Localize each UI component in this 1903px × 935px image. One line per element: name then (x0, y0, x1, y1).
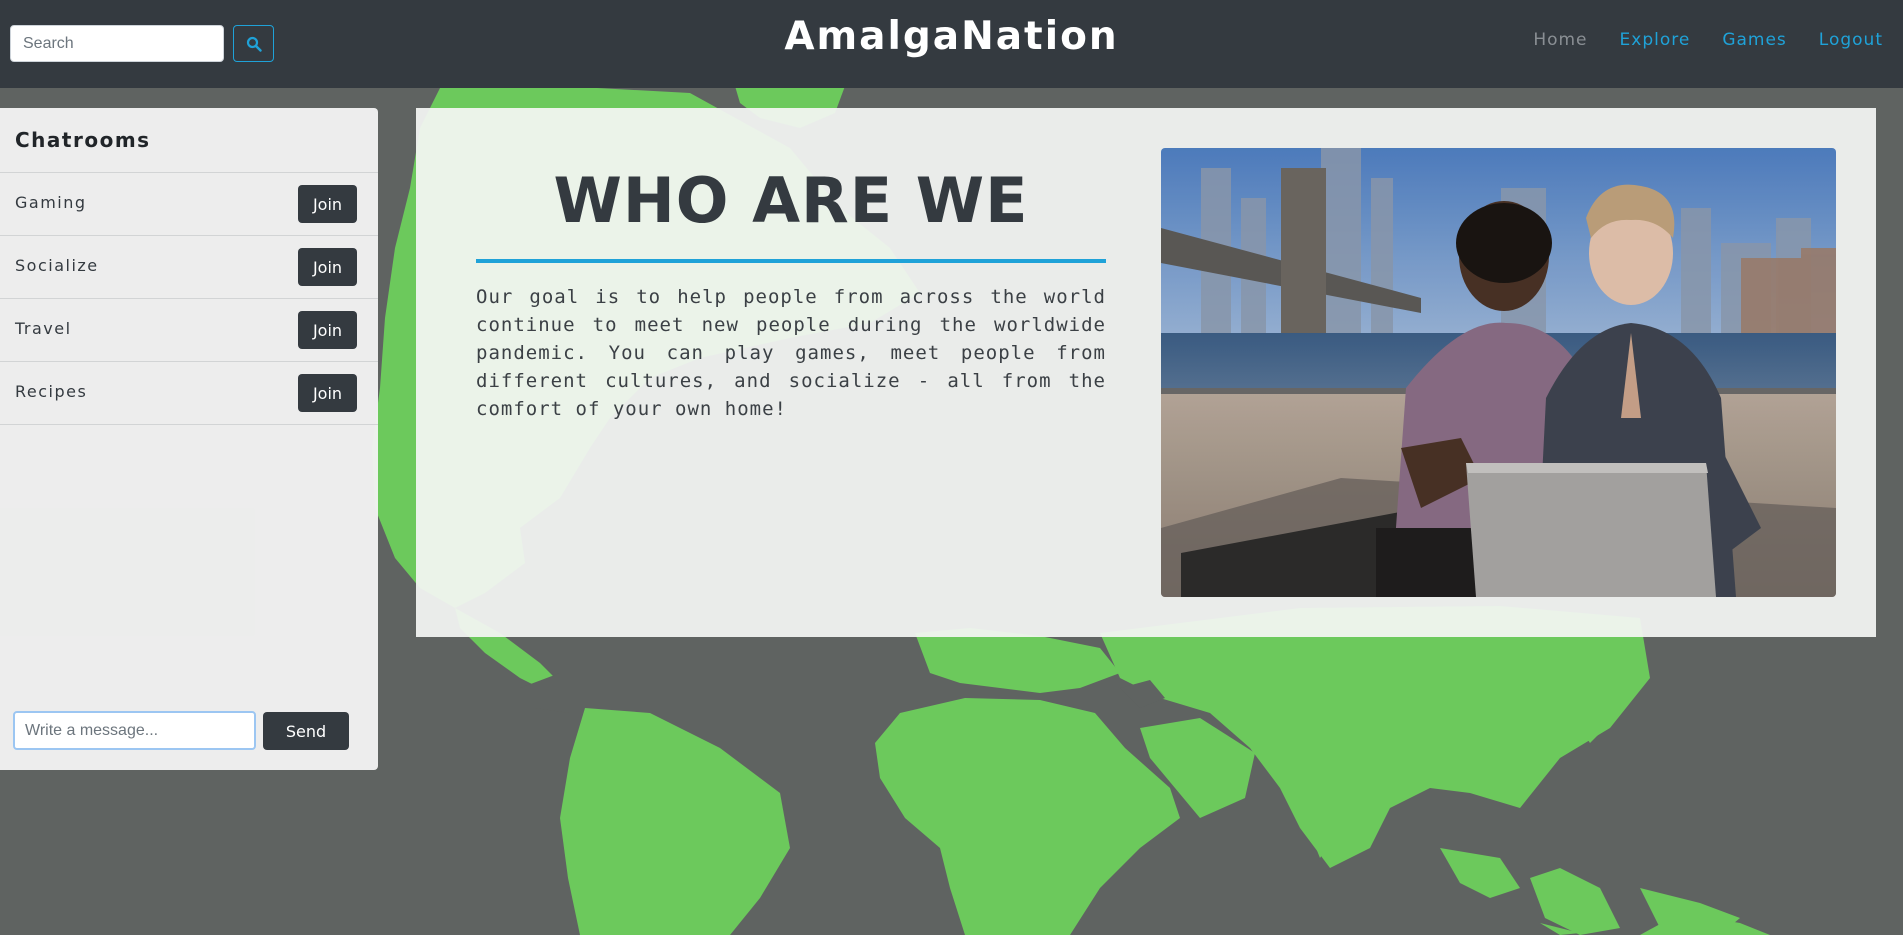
chatroom-label: Recipes (15, 382, 88, 401)
chatroom-label: Socialize (15, 256, 99, 275)
nav-home-link[interactable]: Home (1533, 30, 1587, 50)
join-travel-button[interactable]: Join (298, 311, 357, 349)
chatroom-label: Gaming (15, 193, 87, 212)
about-description: Our goal is to help people from across t… (476, 286, 1106, 420)
search-input[interactable] (10, 25, 224, 62)
search-button[interactable] (233, 25, 274, 62)
nav-games-link[interactable]: Games (1722, 30, 1786, 50)
top-navbar: AmalgaNation Home Explore Games Logout (0, 0, 1903, 88)
message-input[interactable] (13, 711, 256, 750)
chatroom-item-socialize: Socialize Join (0, 236, 378, 299)
join-recipes-button[interactable]: Join (298, 374, 357, 412)
nav-explore-link[interactable]: Explore (1620, 30, 1691, 50)
about-heading: WHO ARE WE (553, 164, 1029, 237)
nav-logout-link[interactable]: Logout (1819, 30, 1883, 50)
chatroom-label: Travel (15, 319, 72, 338)
chatrooms-sidebar: Chatrooms Gaming Join Socialize Join Tra… (0, 108, 378, 770)
join-socialize-button[interactable]: Join (298, 248, 357, 286)
nav-links: Home Explore Games Logout (1501, 30, 1883, 50)
about-card: WHO ARE WE Our goal is to help people fr… (416, 108, 1876, 637)
hero-photo (1161, 148, 1836, 597)
join-gaming-button[interactable]: Join (298, 185, 357, 223)
chatrooms-title: Chatrooms (15, 128, 151, 152)
heading-underline (476, 259, 1106, 263)
search-icon (246, 36, 262, 52)
chatroom-item-recipes: Recipes Join (0, 362, 378, 425)
send-button[interactable]: Send (263, 712, 349, 750)
two-friends-laptop-image (1161, 148, 1836, 597)
chatroom-item-travel: Travel Join (0, 299, 378, 362)
chatroom-item-gaming: Gaming Join (0, 173, 378, 236)
